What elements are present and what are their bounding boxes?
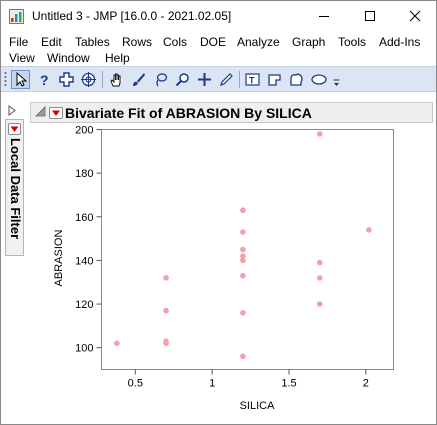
menu-help[interactable]: Help bbox=[105, 51, 130, 65]
local-data-filter-label: Local Data Filter bbox=[8, 138, 23, 240]
menu-add-ins[interactable]: Add-Ins bbox=[379, 35, 420, 49]
report-title: Bivariate Fit of ABRASION By SILICA bbox=[65, 105, 312, 121]
jmp-app-icon bbox=[9, 9, 24, 24]
lasso-tool-button[interactable] bbox=[151, 70, 170, 89]
minimize-button[interactable] bbox=[301, 1, 347, 31]
scroller-tool-button[interactable] bbox=[79, 70, 98, 89]
expand-triangle-icon[interactable] bbox=[8, 105, 16, 116]
collapse-triangle-icon[interactable] bbox=[35, 106, 46, 117]
tools-toolbar: ? T bbox=[1, 66, 436, 92]
menu-window[interactable]: Window bbox=[47, 51, 90, 65]
svg-text:?: ? bbox=[40, 72, 49, 87]
pencil-line-icon bbox=[220, 73, 233, 86]
toolbar-separator bbox=[239, 71, 240, 88]
toolbar-grip-icon bbox=[4, 72, 7, 86]
close-button[interactable] bbox=[392, 1, 437, 31]
title-bar: Untitled 3 - JMP [16.0.0 - 2021.02.05] bbox=[1, 1, 436, 32]
report-outline-header[interactable]: Bivariate Fit of ABRASION By SILICA bbox=[30, 102, 433, 123]
menu-tables[interactable]: Tables bbox=[75, 35, 110, 49]
report-content bbox=[1, 93, 436, 424]
menu-analyze[interactable]: Analyze bbox=[237, 35, 280, 49]
ellipse-tool-button[interactable] bbox=[309, 70, 328, 89]
report-red-triangle-button[interactable] bbox=[49, 107, 63, 119]
ellipse-icon bbox=[310, 74, 327, 85]
brush-tool-button[interactable] bbox=[129, 70, 148, 89]
menu-graph[interactable]: Graph bbox=[292, 35, 325, 49]
ldf-red-triangle-button[interactable] bbox=[8, 123, 21, 135]
menu-file[interactable]: File bbox=[9, 35, 28, 49]
maximize-icon bbox=[365, 11, 375, 21]
hand-icon bbox=[110, 73, 121, 87]
simple-shape-tool-button[interactable] bbox=[287, 70, 306, 89]
close-icon bbox=[409, 10, 421, 22]
magnifier-tool-button[interactable] bbox=[173, 70, 192, 89]
target-icon bbox=[81, 72, 96, 87]
window-title: Untitled 3 - JMP [16.0.0 - 2021.02.05] bbox=[32, 9, 232, 23]
minimize-icon bbox=[319, 16, 329, 17]
red-triangle-icon bbox=[52, 110, 60, 116]
toolbar-overflow-icon[interactable] bbox=[333, 78, 340, 88]
menu-edit[interactable]: Edit bbox=[41, 35, 62, 49]
plus-crosshair-icon bbox=[198, 73, 211, 86]
annotate-tool-button[interactable]: T bbox=[243, 70, 262, 89]
jmp-window: Untitled 3 - JMP [16.0.0 - 2021.02.05] F… bbox=[0, 0, 437, 425]
brush-icon bbox=[133, 73, 145, 86]
selection-cross-icon bbox=[59, 72, 74, 87]
maximize-button[interactable] bbox=[347, 1, 393, 31]
svg-text:T: T bbox=[249, 76, 255, 86]
menu-bar: File Edit Tables Rows Cols DOE Analyze G… bbox=[1, 32, 436, 66]
grabber-tool-button[interactable] bbox=[107, 70, 126, 89]
crosshair-tool-button[interactable] bbox=[57, 70, 76, 89]
polygon-icon bbox=[268, 74, 281, 86]
freeform-shape-icon bbox=[290, 73, 303, 86]
arrow-icon bbox=[16, 72, 27, 87]
toolbar-separator bbox=[102, 71, 103, 88]
red-triangle-icon bbox=[10, 126, 19, 132]
lasso-icon bbox=[156, 73, 168, 87]
arrow-tool-button[interactable] bbox=[11, 70, 30, 89]
question-mark-icon: ? bbox=[40, 72, 49, 87]
menu-cols[interactable]: Cols bbox=[163, 35, 187, 49]
line-tool-button[interactable] bbox=[217, 70, 236, 89]
help-tool-button[interactable]: ? bbox=[34, 70, 53, 89]
menu-view[interactable]: View bbox=[9, 51, 35, 65]
text-annotation-icon: T bbox=[245, 73, 260, 86]
crosshairs-tool-button[interactable] bbox=[195, 70, 214, 89]
menu-doe[interactable]: DOE bbox=[200, 35, 226, 49]
magnifier-icon bbox=[175, 73, 189, 87]
local-data-filter-panel[interactable]: Local Data Filter bbox=[5, 119, 24, 256]
menu-rows[interactable]: Rows bbox=[122, 35, 152, 49]
menu-tools[interactable]: Tools bbox=[338, 35, 366, 49]
polygon-tool-button[interactable] bbox=[265, 70, 284, 89]
